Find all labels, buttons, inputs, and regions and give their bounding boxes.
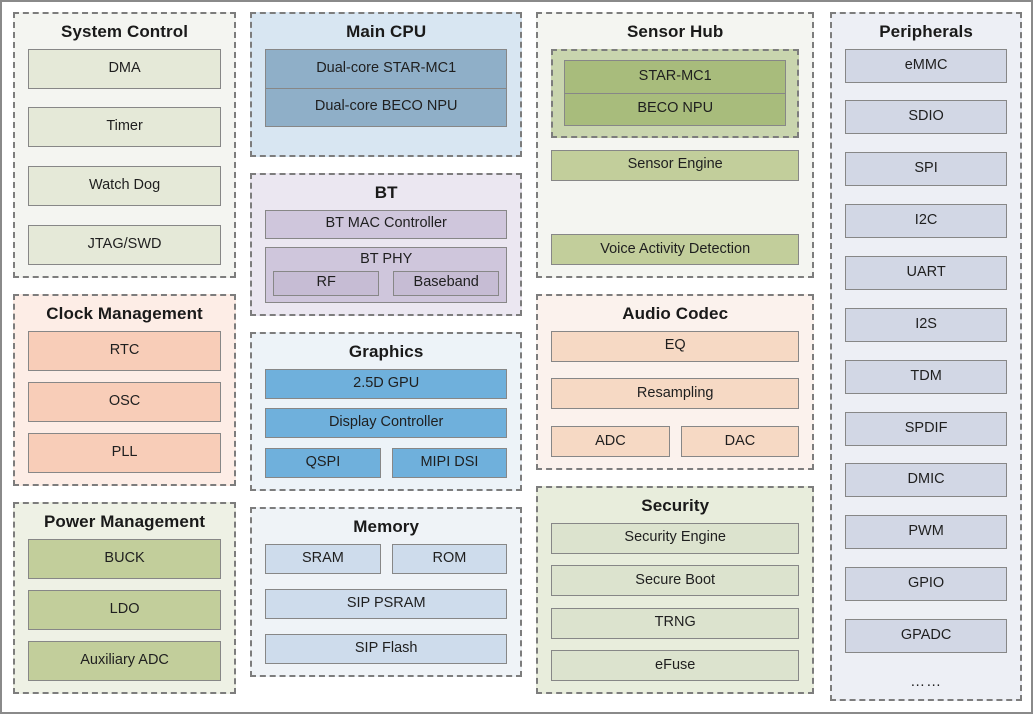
blocks-graphics: 2.5D GPU Display Controller QSPI MIPI DS… bbox=[265, 368, 508, 478]
block-qspi[interactable]: QSPI bbox=[265, 447, 381, 478]
block-pwm[interactable]: PWM bbox=[845, 515, 1007, 550]
block-sram[interactable]: SRAM bbox=[265, 543, 381, 574]
block-ldo[interactable]: LDO bbox=[28, 589, 222, 630]
group-title-power-management: Power Management bbox=[43, 512, 206, 531]
block-bt-phy[interactable]: BT PHY RF Baseband bbox=[265, 246, 508, 303]
bt-phy-subblocks: RF Baseband bbox=[273, 270, 500, 296]
block-sensor-engine[interactable]: Sensor Engine bbox=[551, 149, 800, 181]
block-gpadc[interactable]: GPADC bbox=[845, 619, 1007, 653]
block-osc[interactable]: OSC bbox=[28, 381, 222, 422]
block-security-engine[interactable]: Security Engine bbox=[551, 522, 800, 554]
block-baseband[interactable]: Baseband bbox=[393, 270, 500, 296]
group-title-system-control: System Control bbox=[61, 22, 189, 41]
block-dual-core-star-mc1[interactable]: Dual-core STAR-MC1 bbox=[265, 48, 508, 88]
blocks-system-control: DMA Timer Watch Dog JTAG/SWD bbox=[28, 48, 222, 265]
block-sip-flash[interactable]: SIP Flash bbox=[265, 633, 508, 664]
blocks-memory: SRAM ROM SIP PSRAM SIP Flash bbox=[265, 543, 508, 664]
block-efuse[interactable]: eFuse bbox=[551, 650, 800, 681]
audio-codec-row: ADC DAC bbox=[551, 425, 800, 457]
block-beco-npu[interactable]: BECO NPU bbox=[564, 92, 787, 126]
group-system-control: System Control DMA Timer Watch Dog JTAG/… bbox=[13, 12, 237, 278]
group-graphics: Graphics 2.5D GPU Display Controller QSP… bbox=[250, 332, 523, 491]
group-title-clock-management: Clock Management bbox=[46, 304, 203, 323]
soc-block-diagram: System Control DMA Timer Watch Dog JTAG/… bbox=[0, 0, 1033, 714]
label-bt-phy: BT PHY bbox=[360, 250, 413, 267]
block-rom[interactable]: ROM bbox=[391, 543, 508, 574]
diagram-columns: System Control DMA Timer Watch Dog JTAG/… bbox=[2, 2, 1031, 712]
blocks-sensor-hub: Sensor Engine Voice Activity Detection bbox=[551, 149, 800, 265]
block-gpio[interactable]: GPIO bbox=[845, 567, 1007, 602]
group-title-graphics: Graphics bbox=[348, 342, 424, 361]
block-dual-core-beco-npu[interactable]: Dual-core BECO NPU bbox=[265, 87, 508, 127]
group-title-sensor-hub: Sensor Hub bbox=[626, 22, 724, 41]
memory-row: SRAM ROM bbox=[265, 543, 508, 574]
block-jtag-swd[interactable]: JTAG/SWD bbox=[28, 224, 222, 265]
block-pll[interactable]: PLL bbox=[28, 432, 222, 473]
block-trng[interactable]: TRNG bbox=[551, 607, 800, 639]
block-eq[interactable]: EQ bbox=[551, 330, 800, 362]
group-title-audio-codec: Audio Codec bbox=[622, 304, 729, 323]
column-middle-right: Sensor Hub STAR-MC1 BECO NPU Sensor Engi… bbox=[522, 12, 815, 701]
block-secure-boot[interactable]: Secure Boot bbox=[551, 565, 800, 597]
sensor-hub-core-blocks: STAR-MC1 BECO NPU bbox=[564, 59, 787, 126]
block-timer[interactable]: Timer bbox=[28, 107, 222, 148]
group-clock-management: Clock Management RTC OSC PLL bbox=[13, 294, 237, 486]
block-sip-psram[interactable]: SIP PSRAM bbox=[265, 588, 508, 619]
block-auxiliary-adc[interactable]: Auxiliary ADC bbox=[28, 640, 222, 681]
column-middle-left: Main CPU Dual-core STAR-MC1 Dual-core BE… bbox=[236, 12, 523, 701]
blocks-main-cpu: Dual-core STAR-MC1 Dual-core BECO NPU bbox=[265, 48, 508, 127]
block-buck[interactable]: BUCK bbox=[28, 538, 222, 579]
group-power-management: Power Management BUCK LDO Auxiliary ADC bbox=[13, 502, 237, 694]
group-memory: Memory SRAM ROM SIP PSRAM SIP Flash bbox=[250, 507, 523, 677]
block-star-mc1[interactable]: STAR-MC1 bbox=[564, 59, 787, 93]
group-title-bt: BT bbox=[374, 183, 398, 202]
block-voice-activity-detection[interactable]: Voice Activity Detection bbox=[551, 234, 800, 265]
group-sensor-hub: Sensor Hub STAR-MC1 BECO NPU Sensor Engi… bbox=[536, 12, 815, 278]
block-rf[interactable]: RF bbox=[273, 270, 380, 296]
block-mipi-dsi[interactable]: MIPI DSI bbox=[391, 447, 508, 478]
blocks-audio-codec: EQ Resampling ADC DAC bbox=[551, 330, 800, 457]
blocks-security: Security Engine Secure Boot TRNG eFuse bbox=[551, 522, 800, 681]
block-spi[interactable]: SPI bbox=[845, 152, 1007, 187]
column-right: Peripherals eMMC SDIO SPI I2C UART I2S T… bbox=[814, 12, 1022, 701]
peripherals-ellipsis: …… bbox=[910, 672, 943, 690]
group-peripherals: Peripherals eMMC SDIO SPI I2C UART I2S T… bbox=[830, 12, 1022, 701]
graphics-row: QSPI MIPI DSI bbox=[265, 447, 508, 478]
group-title-main-cpu: Main CPU bbox=[346, 22, 427, 41]
sensor-hub-core-cluster: STAR-MC1 BECO NPU bbox=[551, 48, 800, 138]
block-adc[interactable]: ADC bbox=[551, 425, 670, 457]
block-resampling[interactable]: Resampling bbox=[551, 378, 800, 410]
blocks-clock-management: RTC OSC PLL bbox=[28, 330, 222, 473]
block-spdif[interactable]: SPDIF bbox=[845, 411, 1007, 446]
block-watch-dog[interactable]: Watch Dog bbox=[28, 166, 222, 207]
block-uart[interactable]: UART bbox=[845, 255, 1007, 290]
block-2-5d-gpu[interactable]: 2.5D GPU bbox=[265, 368, 508, 399]
group-audio-codec: Audio Codec EQ Resampling ADC DAC bbox=[536, 294, 815, 470]
group-title-peripherals: Peripherals bbox=[879, 22, 973, 41]
block-emmc[interactable]: eMMC bbox=[845, 48, 1007, 83]
block-sdio[interactable]: SDIO bbox=[845, 100, 1007, 135]
group-title-memory: Memory bbox=[353, 517, 420, 536]
blocks-peripherals: eMMC SDIO SPI I2C UART I2S TDM SPDIF DMI… bbox=[845, 48, 1007, 693]
group-bt: BT BT MAC Controller BT PHY RF Baseband bbox=[250, 173, 523, 316]
block-rtc[interactable]: RTC bbox=[28, 330, 222, 371]
block-i2s[interactable]: I2S bbox=[845, 307, 1007, 342]
group-main-cpu: Main CPU Dual-core STAR-MC1 Dual-core BE… bbox=[250, 12, 523, 157]
block-display-controller[interactable]: Display Controller bbox=[265, 408, 508, 439]
column-left: System Control DMA Timer Watch Dog JTAG/… bbox=[13, 12, 237, 701]
block-i2c[interactable]: I2C bbox=[845, 204, 1007, 239]
block-tdm[interactable]: TDM bbox=[845, 359, 1007, 394]
group-security: Security Security Engine Secure Boot TRN… bbox=[536, 486, 815, 694]
group-title-security: Security bbox=[641, 496, 710, 515]
blocks-power-management: BUCK LDO Auxiliary ADC bbox=[28, 538, 222, 681]
block-dmic[interactable]: DMIC bbox=[845, 463, 1007, 498]
block-dac[interactable]: DAC bbox=[680, 425, 800, 457]
block-bt-mac-controller[interactable]: BT MAC Controller bbox=[265, 209, 508, 239]
block-dma[interactable]: DMA bbox=[28, 48, 222, 89]
